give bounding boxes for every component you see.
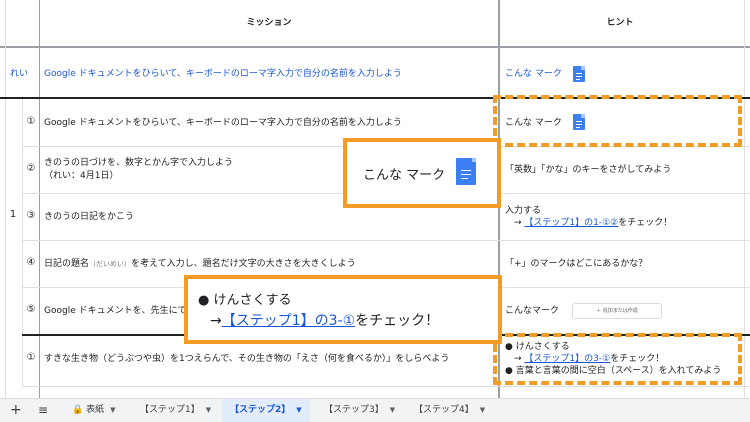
row-hint: 「英数」「かな」のキーをさがしてみよう xyxy=(505,165,672,175)
chevron-down-icon: ▼ xyxy=(110,406,116,414)
tab-step4[interactable]: 【ステップ4】 ▼ xyxy=(414,399,485,422)
callout-search-line2: →【ステップ1】の3-①をチェック！ xyxy=(210,313,440,329)
chevron-down-icon: ▼ xyxy=(205,406,212,414)
tab-step1[interactable]: 【ステップ1】 ▼ xyxy=(140,399,211,422)
example-label: れい xyxy=(10,69,29,79)
sheet-tab-bar: + ≡ 🔒 表紙 ▼ 【ステップ1】 ▼ 【ステップ2】 ▼ 【ステップ3】 ▼ 【ステ… xyxy=(0,398,750,422)
header-hint: ヒント xyxy=(606,18,634,28)
row-mission: 日記の題名（だいめい）を考えて入力し、題名だけ文字の大きさを大きくしよう xyxy=(44,259,356,269)
row-hint-line2: → 【ステップ1】の1-①②をチェック！ xyxy=(514,218,673,228)
callout-search: ● けんさくする →【ステップ1】の3-①をチェック！ xyxy=(184,275,502,344)
row-number: ① xyxy=(26,116,36,127)
row-mission: Google ドキュメントを、先生にて xyxy=(44,306,187,316)
row-number: ③ xyxy=(26,210,36,221)
step1-link[interactable]: 【ステップ1】の1-①② xyxy=(524,218,618,228)
row-mission: きのうの日記をかこう xyxy=(44,212,135,222)
chevron-down-icon: ▼ xyxy=(389,406,396,414)
row-hint: 「+」のマークはどこにあるかな？ xyxy=(505,259,648,269)
sheet-list-icon[interactable]: ≡ xyxy=(38,399,48,422)
row-mission-line1: きのうの日づけを、数字とかん字で入力しよう xyxy=(44,158,234,168)
header-mission: ミッション xyxy=(246,18,292,28)
row-group-number: 1 xyxy=(9,209,17,220)
tab-cover[interactable]: 🔒 表紙 ▼ xyxy=(72,399,116,422)
chevron-down-icon: ▼ xyxy=(296,406,302,414)
row-hint: こんなマーク xyxy=(505,306,560,316)
row-number: ① xyxy=(26,352,36,363)
tab-step2[interactable]: 【ステップ2】 ▼ xyxy=(222,399,310,422)
row-number: ④ xyxy=(26,257,36,268)
row-mission: すきな生き物（どうぶつや虫）を1つえらんで、その生き物の「えさ（何を食べるか）」… xyxy=(44,354,450,364)
highlight-hint-search xyxy=(493,333,742,385)
row-mission: Google ドキュメントをひらいて、キーボードのローマ字入力で自分の名前を入力… xyxy=(44,118,402,128)
callout-search-line1: ● けんさくする xyxy=(198,293,292,308)
callout-mark-text: こんな マーク xyxy=(363,168,446,183)
google-docs-icon xyxy=(456,158,476,185)
plus-icon[interactable]: + xyxy=(10,399,22,422)
callout-mark: こんな マーク xyxy=(343,138,501,208)
example-hint: こんな マーク xyxy=(505,69,562,79)
row-mission-line2: （れい：4月1日） xyxy=(44,171,119,181)
chevron-down-icon: ▼ xyxy=(479,406,486,414)
tab-step3[interactable]: 【ステップ3】 ▼ xyxy=(324,399,395,422)
row-number: ② xyxy=(26,163,36,174)
google-docs-icon xyxy=(573,66,585,82)
step1-3-1-link[interactable]: 【ステップ1】の3-① xyxy=(222,313,355,329)
add-or-create-button[interactable]: ＋ 追加または作成 xyxy=(572,303,662,319)
row-hint-line1: 入力する xyxy=(505,206,542,216)
example-mission: Google ドキュメントをひらいて、キーボードのローマ字入力で自分の名前を入力… xyxy=(44,69,402,79)
row-number: ⑤ xyxy=(26,304,36,315)
highlight-hint-mark xyxy=(493,95,742,147)
lock-icon: 🔒 xyxy=(72,405,84,415)
